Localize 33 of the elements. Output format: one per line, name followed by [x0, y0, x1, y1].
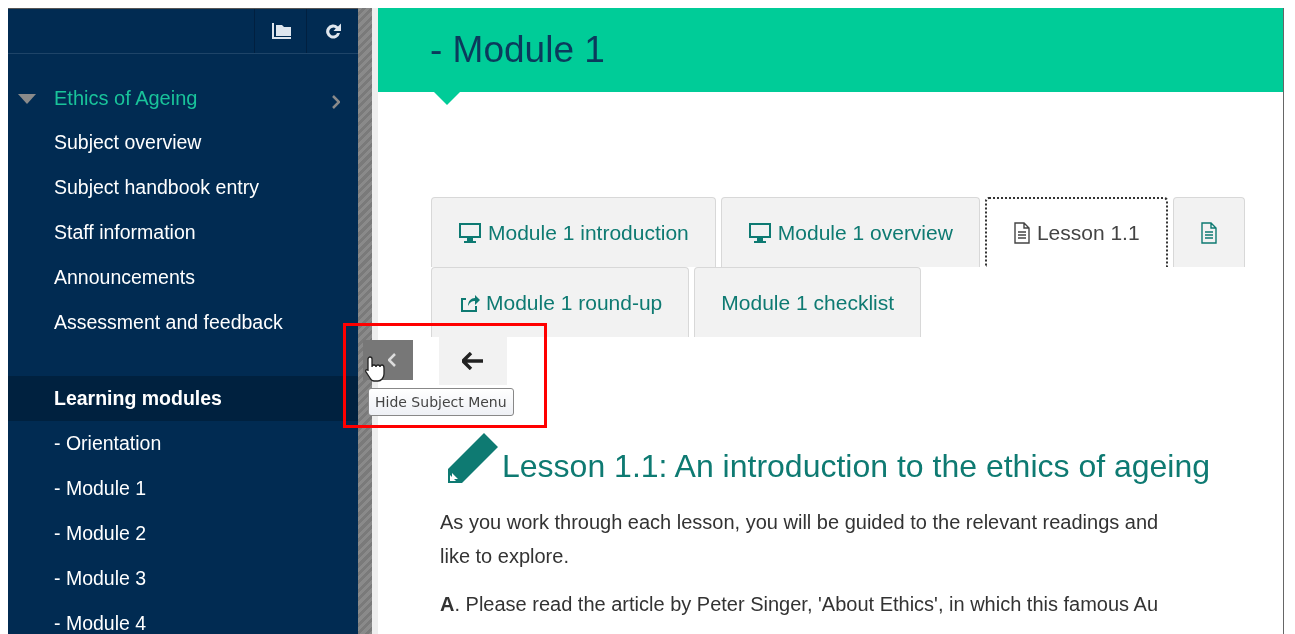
lesson-title: Lesson 1.1: An introduction to the ethics of ageing [502, 447, 1211, 485]
sidebar-item[interactable]: Assessment and feedback [8, 300, 358, 345]
tab[interactable]: Module 1 round-up [431, 267, 690, 337]
tab[interactable]: Module 1 introduction [431, 197, 716, 267]
tab[interactable] [1172, 197, 1245, 267]
subject-title[interactable]: Ethics of Ageing [54, 87, 332, 110]
tab[interactable]: Module 1 checklist [694, 267, 922, 337]
sidebar-item[interactable]: Learning modules [8, 376, 358, 421]
sidebar-item[interactable]: - Orientation [8, 421, 358, 466]
sidebar-item[interactable]: Announcements [8, 255, 358, 300]
page-title: - Module 1 [430, 29, 605, 71]
sidebar-item[interactable]: - Module 2 [8, 511, 358, 556]
tooltip: Hide Subject Menu [368, 388, 514, 416]
lesson-paragraph: As you work through each lesson, you will be guided to the relevant readings and like to explore. [440, 510, 1160, 569]
expand-triangle-icon[interactable] [18, 93, 36, 104]
arrow-left-icon [462, 352, 484, 370]
chevron-right-icon[interactable] [332, 94, 340, 109]
sidebar-item[interactable]: Subject overview [8, 120, 358, 165]
document-icon [1199, 221, 1218, 244]
tab[interactable]: Lesson 1.1 [984, 197, 1168, 267]
sidebar-item[interactable]: - Module 4 [8, 601, 358, 634]
sidebar-item[interactable]: - Module 1 [8, 466, 358, 511]
sidebar-item[interactable]: - Module 3 [8, 556, 358, 601]
tab[interactable]: Module 1 overview [720, 197, 980, 267]
sidebar-item[interactable]: Staff information [8, 210, 358, 255]
monitor-icon [747, 221, 772, 244]
chevron-left-icon [388, 353, 396, 367]
hand-cursor-icon [364, 355, 386, 383]
monitor-icon [458, 221, 482, 244]
sidebar-item[interactable]: Subject handbook entry [8, 165, 358, 210]
lesson-paragraph: A. Please read the article by Peter Singer, 'About Ethics', in which this famous Au [440, 592, 1160, 617]
back-button[interactable] [439, 337, 507, 385]
document-icon [1012, 222, 1031, 244]
